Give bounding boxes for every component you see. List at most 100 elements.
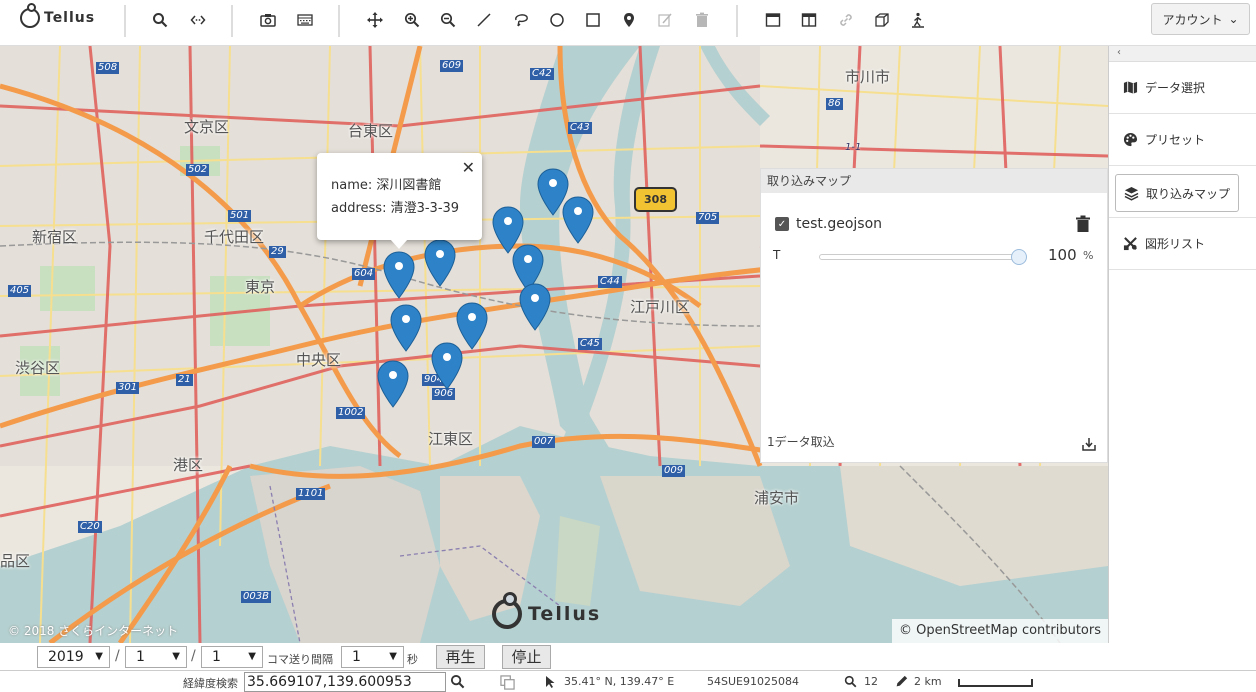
label-taito: 台東区 bbox=[348, 122, 394, 140]
opacity-row: T 100 % bbox=[773, 246, 1095, 265]
main-toolbar: Tellus アカウント ⌄ bbox=[0, 0, 1256, 46]
shapes-icon bbox=[1123, 237, 1137, 251]
step-value: 1 bbox=[352, 649, 361, 665]
map-marker[interactable] bbox=[383, 251, 415, 299]
tellus-logo[interactable]: Tellus bbox=[20, 3, 95, 30]
label-shinagawa: 品区 bbox=[0, 552, 31, 570]
import-map-panel: 取り込みマップ ✓ test.geojson T 100 % 1データ取込 bbox=[760, 168, 1108, 463]
route-label: 502 bbox=[186, 164, 210, 176]
square-icon[interactable] bbox=[581, 8, 605, 32]
close-icon[interactable]: ✕ bbox=[462, 156, 475, 179]
label-urayasu: 浦安市 bbox=[754, 489, 800, 507]
copy-icon[interactable] bbox=[500, 675, 515, 690]
walk-icon[interactable] bbox=[906, 8, 930, 32]
route-label: 609 bbox=[440, 60, 464, 72]
sidebar-item-preset[interactable]: プリセット bbox=[1109, 114, 1256, 166]
route-label: 003B bbox=[241, 591, 271, 603]
label-chuo: 中央区 bbox=[296, 351, 342, 369]
right-sidebar: ‹ データ選択 プリセット 取り込みマップ 図形リスト bbox=[1108, 46, 1256, 643]
search-icon[interactable] bbox=[148, 8, 172, 32]
sidebar-item-import-map[interactable]: 取り込みマップ bbox=[1109, 166, 1256, 218]
year-value: 2019 bbox=[48, 649, 84, 665]
coord-search-input[interactable]: 35.669107,139.600953 bbox=[244, 672, 446, 692]
popup-address: address: 清澄3-3-39 bbox=[331, 201, 460, 216]
day-value: 1 bbox=[212, 649, 221, 665]
map-marker[interactable] bbox=[431, 342, 463, 390]
route-label: C20 bbox=[78, 521, 102, 533]
layer-row: ✓ test.geojson bbox=[775, 215, 1093, 233]
camera-icon[interactable] bbox=[256, 8, 280, 32]
account-button[interactable]: アカウント ⌄ bbox=[1151, 3, 1250, 35]
zoom-level: 12 bbox=[864, 675, 878, 688]
route-label: 508 bbox=[96, 62, 120, 74]
cube-icon[interactable] bbox=[870, 8, 894, 32]
map-marker[interactable] bbox=[377, 360, 409, 408]
search-icon[interactable] bbox=[450, 674, 465, 689]
zoom-out-icon[interactable] bbox=[436, 8, 460, 32]
window-split-icon[interactable] bbox=[797, 8, 821, 32]
layer-name: test.geojson bbox=[796, 216, 883, 232]
line-icon[interactable] bbox=[472, 8, 496, 32]
step-unit: 秒 bbox=[407, 653, 418, 666]
toolbar-divider bbox=[338, 5, 340, 37]
label-ichikawa: 市川市 bbox=[845, 68, 891, 86]
play-button[interactable]: 再生 bbox=[436, 645, 485, 669]
scale-bar bbox=[958, 679, 1033, 687]
map-marker[interactable] bbox=[424, 239, 456, 287]
label-minato: 港区 bbox=[173, 456, 204, 474]
download-icon[interactable] bbox=[1081, 436, 1097, 452]
stop-button[interactable]: 停止 bbox=[502, 645, 551, 669]
route-label: 009 bbox=[662, 465, 686, 477]
circle-icon[interactable] bbox=[545, 8, 569, 32]
window-single-icon[interactable] bbox=[761, 8, 785, 32]
map-marker[interactable] bbox=[519, 283, 551, 331]
date-separator: / bbox=[115, 648, 120, 664]
year-select[interactable]: 2019 ▼ bbox=[37, 646, 110, 668]
scale-text: 2 km bbox=[914, 675, 942, 688]
trash-icon[interactable] bbox=[690, 8, 714, 32]
step-interval-select[interactable]: 1 ▼ bbox=[341, 646, 404, 668]
label-koto: 江東区 bbox=[428, 430, 474, 448]
map-marker[interactable] bbox=[390, 304, 422, 352]
route-label: 86 bbox=[826, 98, 843, 110]
map-icon bbox=[1123, 81, 1138, 94]
lasso-icon[interactable] bbox=[509, 8, 533, 32]
cursor-position: 35.41° N, 139.47° E bbox=[564, 675, 675, 688]
label-bunkyo: 文京区 bbox=[184, 118, 230, 136]
trash-icon[interactable] bbox=[1075, 215, 1091, 233]
tellus-logo-icon bbox=[20, 3, 40, 28]
route-label: 405 bbox=[8, 285, 32, 297]
sidebar-item-shape-list[interactable]: 図形リスト bbox=[1109, 218, 1256, 270]
sidebar-item-data-select[interactable]: データ選択 bbox=[1109, 62, 1256, 114]
pin-icon[interactable] bbox=[617, 8, 641, 32]
osm-attribution[interactable]: © OpenStreetMap contributors bbox=[892, 619, 1108, 643]
opacity-slider-handle[interactable] bbox=[1011, 249, 1027, 265]
sidebar-collapse-button[interactable]: ‹ bbox=[1109, 46, 1256, 62]
edit-icon[interactable] bbox=[653, 8, 677, 32]
active-item-frame: 取り込みマップ bbox=[1115, 174, 1239, 212]
opacity-slider[interactable] bbox=[819, 254, 1024, 260]
route-label: 1002 bbox=[336, 407, 366, 419]
chevron-down-icon: ⌄ bbox=[1228, 12, 1239, 26]
map-marker[interactable] bbox=[562, 196, 594, 244]
zoom-in-icon[interactable] bbox=[400, 8, 424, 32]
label-shinjuku: 新宿区 bbox=[32, 228, 78, 246]
month-value: 1 bbox=[136, 649, 145, 665]
link-icon[interactable] bbox=[834, 8, 858, 32]
month-select[interactable]: 1 ▼ bbox=[125, 646, 187, 668]
zoom-level-icon bbox=[844, 675, 857, 688]
embed-code-icon[interactable] bbox=[186, 8, 210, 32]
keyboard-icon[interactable] bbox=[293, 8, 317, 32]
caret-down-icon: ▼ bbox=[248, 651, 256, 662]
toolbar-divider bbox=[124, 5, 126, 37]
palette-icon bbox=[1123, 132, 1138, 147]
watermark-text: Tellus bbox=[528, 603, 602, 625]
move-icon[interactable] bbox=[363, 8, 387, 32]
route-label: 007 bbox=[532, 436, 556, 448]
feature-popup: ✕ name: 深川図書館 address: 清澄3-3-39 bbox=[317, 153, 482, 249]
route-label: 705 bbox=[696, 212, 720, 224]
route-label: C42 bbox=[530, 68, 554, 80]
layer-checkbox[interactable]: ✓ bbox=[775, 217, 789, 231]
day-select[interactable]: 1 ▼ bbox=[201, 646, 263, 668]
route-label: 1-1 bbox=[845, 142, 862, 153]
